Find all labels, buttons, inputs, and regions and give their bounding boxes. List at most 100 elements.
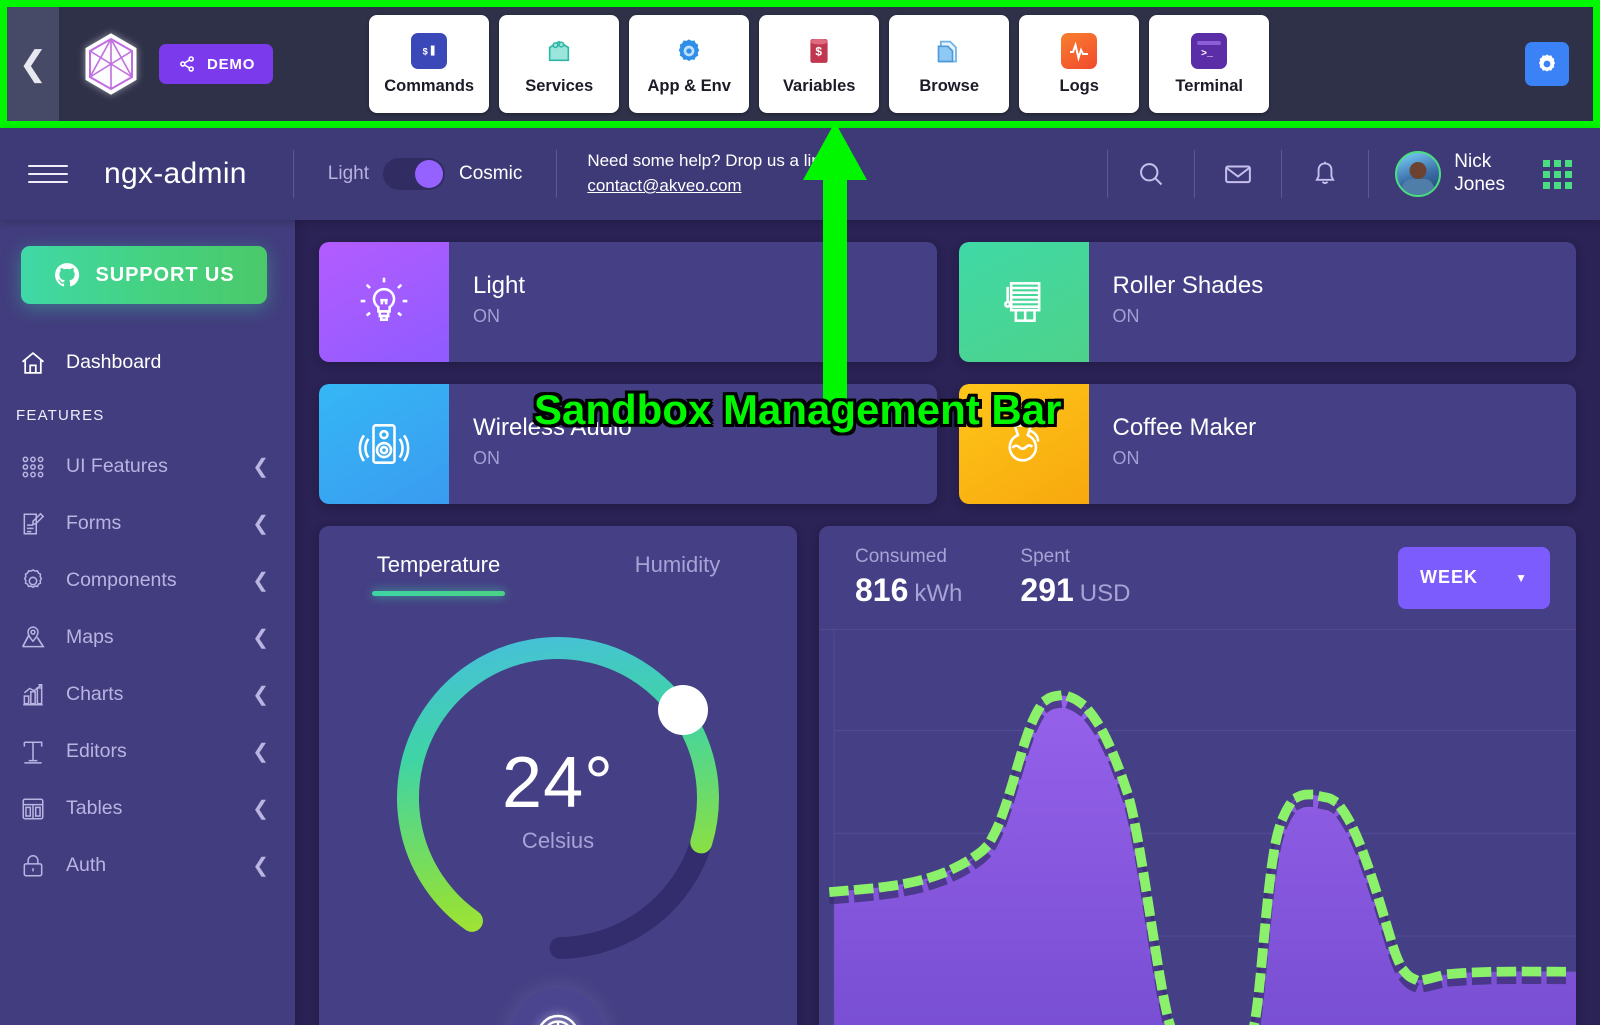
tool-button-app-env[interactable]: App & Env [629,15,750,113]
tool-button-commands[interactable]: $ Commands [369,15,490,113]
user-menu[interactable]: Nick Jones [1369,151,1531,197]
sidebar-item-ui-features[interactable]: UI Features ❮ [0,438,295,495]
home-icon [16,349,50,377]
sidebar-item-label: Components [66,569,177,591]
device-info: Wireless Audio ON [449,384,632,504]
support-us-button[interactable]: SUPPORT US [21,246,267,304]
sidebar-item-dashboard[interactable]: Dashboard [0,334,295,391]
bell-icon[interactable] [1282,160,1368,188]
device-card-coffee-maker[interactable]: Coffee Maker ON [958,384,1576,504]
device-name: Roller Shades [1112,272,1264,299]
tool-button-terminal[interactable]: >_ Terminal [1149,15,1270,113]
sidebar-item-editors[interactable]: Editors ❮ [0,723,295,780]
chevron-left-icon: ❮ [252,684,269,706]
electricity-chart[interactable] [819,630,1576,1025]
sidebar-item-forms[interactable]: Forms ❮ [0,495,295,552]
sandbox-management-bar: ❮ DEMO $ Commands Services App & Env $ V… [0,0,1600,128]
stat-label: Consumed [855,546,947,567]
tool-label: Browse [919,76,979,95]
device-info: Coffee Maker ON [1089,384,1257,504]
sidebar-menu: Dashboard FEATURES UI Features ❮ Forms ❮… [0,334,295,894]
sidebar-item-tables[interactable]: Tables ❮ [0,780,295,837]
sandbox-back-button[interactable]: ❮ [7,7,59,121]
theme-switch[interactable]: Light Cosmic [294,158,557,190]
sidebar-item-label: Forms [66,512,122,534]
tool-label: Terminal [1175,76,1243,95]
app-header: ngx-admin Light Cosmic Need some help? D… [0,128,1600,220]
sidebar-item-charts[interactable]: Charts ❮ [0,666,295,723]
device-name: Wireless Audio [473,414,632,441]
share-nodes-icon [180,56,194,72]
theme-toggle[interactable] [382,158,445,190]
stat-spent: Spent 291 USD [1020,546,1130,609]
ngx-admin-app: ngx-admin Light Cosmic Need some help? D… [0,128,1600,1025]
tool-button-variables[interactable]: $ Variables [759,15,880,113]
device-card-wireless-audio[interactable]: Wireless Audio ON [319,384,937,504]
tool-button-services[interactable]: Services [499,15,620,113]
device-state: ON [1112,306,1140,326]
electricity-header: Consumed 816 kWh Spent 291 USD WEEK ▼ [819,526,1576,630]
theme-label-cosmic: Cosmic [458,163,523,184]
tool-label: Variables [782,76,856,95]
help-prefix: Need some help? Drop us a line at [587,151,850,171]
stat-label: Spent [1020,546,1071,567]
table-icon [16,796,50,822]
device-info: Roller Shades ON [1089,242,1264,362]
stat-unit: USD [1079,580,1131,607]
terminal-icon: >_ [1191,32,1228,69]
chevron-left-icon: ❮ [252,513,269,535]
theme-toggle-knob [414,160,443,188]
stat-unit: kWh [914,580,963,607]
avatar [1395,151,1442,197]
dashboard-content: Light ON Roller Shades ON Wireless Audio… [295,220,1600,1025]
menu-toggle-icon[interactable] [28,165,68,183]
power-icon [539,1014,577,1025]
sidebar-item-label: Dashboard [66,351,162,373]
tool-button-browse[interactable]: Browse [889,15,1010,113]
services-box-icon [541,33,577,69]
period-select[interactable]: WEEK ▼ [1398,546,1550,609]
device-card-light[interactable]: Light ON [319,242,937,362]
device-state: ON [473,306,500,326]
user-name: Nick Jones [1454,151,1505,197]
user-first-name: Nick [1454,151,1492,173]
sidebar-section-features: FEATURES [16,407,105,424]
user-last-name: Jones [1454,174,1505,195]
sandbox-settings-button[interactable] [1525,42,1569,86]
tab-humidity[interactable]: Humidity [558,552,797,596]
header-actions: Nick Jones [1107,150,1572,198]
app-logo-icon [81,31,141,97]
app-body: SUPPORT US Dashboard FEATURES UI Feature… [0,220,1600,1025]
sidebar-item-label: Maps [66,626,114,648]
bar-chart-icon [16,682,50,708]
tool-label: Commands [384,76,475,95]
help-text: Need some help? Drop us a line at contac… [557,149,957,198]
logs-activity-icon [1061,32,1098,69]
power-button[interactable] [510,987,606,1025]
browse-files-icon [931,33,967,69]
sidebar-item-auth[interactable]: Auth ❮ [0,837,295,894]
sidebar-item-maps[interactable]: Maps ❮ [0,609,295,666]
chevron-left-icon: ❮ [252,798,269,820]
mail-icon[interactable] [1195,159,1281,189]
period-label: WEEK [1420,567,1478,587]
sandbox-brand-area: DEMO [59,31,274,97]
demo-badge[interactable]: DEMO [159,44,274,84]
form-edit-icon [16,511,50,537]
contact-email-link[interactable]: contact@akveo.com [587,176,741,195]
grid-apps-icon[interactable] [1543,159,1572,189]
device-card-roller-shades[interactable]: Roller Shades ON [958,242,1576,362]
gear-icon [1538,54,1556,72]
tool-label: Logs [1059,76,1099,95]
tool-button-logs[interactable]: Logs [1019,15,1140,113]
theme-label-light: Light [327,163,369,184]
chevron-left-icon: ❮ [252,456,269,478]
sidebar-item-label: Charts [66,683,124,705]
tab-temperature[interactable]: Temperature [319,552,558,596]
chart-svg [828,630,1576,1025]
search-icon[interactable] [1108,160,1194,188]
temperature-gauge[interactable]: 24° Celsius [319,628,797,968]
sidebar-item-label: Auth [66,854,107,876]
device-row-1: Light ON Roller Shades ON [319,242,1576,362]
sidebar-item-components[interactable]: Components ❮ [0,552,295,609]
